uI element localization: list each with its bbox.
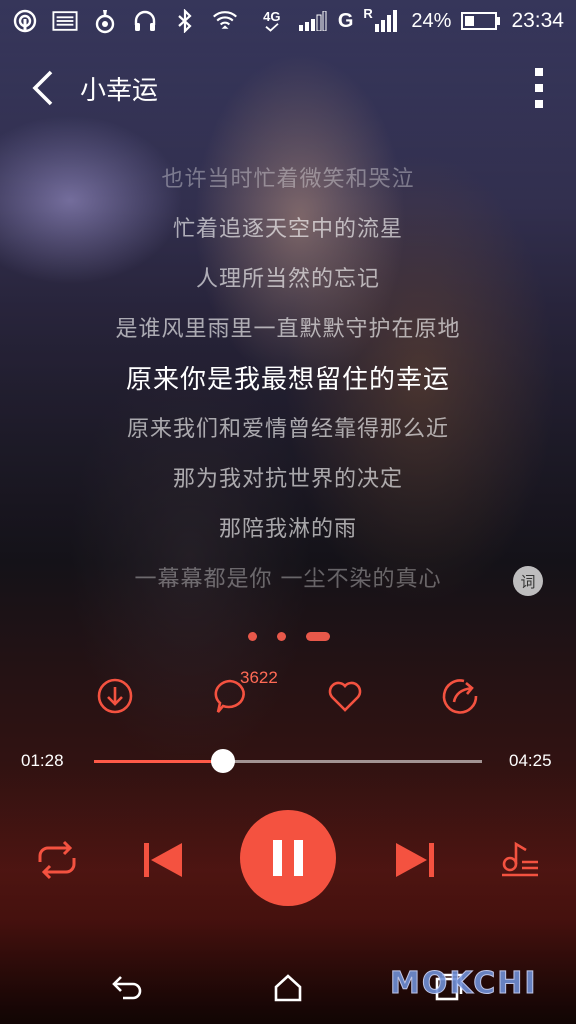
more-dot-icon <box>535 68 543 76</box>
hotspot-icon <box>12 9 38 33</box>
seek-bar[interactable] <box>94 749 482 773</box>
lyric-line: 一幕幕都是你 一尘不染的真心 <box>134 567 442 592</box>
share-button[interactable] <box>438 674 482 718</box>
music-note-list-icon <box>502 841 538 877</box>
action-row <box>0 670 576 722</box>
lyric-line: 是谁风里雨里一直默默守护在原地 <box>115 317 461 342</box>
next-button[interactable] <box>392 836 440 884</box>
page-dot[interactable] <box>248 632 257 641</box>
back-arrow-icon <box>112 976 142 1000</box>
pause-icon <box>294 840 303 876</box>
repeat-button[interactable] <box>33 836 81 884</box>
playlist-button[interactable] <box>496 836 544 884</box>
status-bar: 4G G R 24% 23:34 <box>0 0 576 42</box>
signal-strength-icon-1 <box>296 10 328 32</box>
lyric-line: 那为我对抗世界的决定 <box>172 467 403 492</box>
pause-icon <box>273 840 282 876</box>
lyric-line-current: 原来你是我最想留住的幸运 <box>125 365 450 395</box>
roaming-label: R <box>363 6 373 21</box>
carrier-g-label: G <box>337 9 354 32</box>
lyrics-panel[interactable]: 也许当时忙着微笑和哭泣 忙着追逐天空中的流星 人理所当然的忘记 是谁风里雨里一直… <box>0 155 576 605</box>
share-icon <box>442 679 478 714</box>
wifi-icon <box>212 10 238 32</box>
playback-controls <box>0 808 576 908</box>
heart-icon <box>328 681 362 712</box>
skip-previous-icon <box>144 843 182 877</box>
lyrics-toggle-button[interactable]: 词 <box>513 566 543 596</box>
seek-thumb[interactable] <box>210 749 235 773</box>
back-button[interactable] <box>12 58 72 118</box>
pause-button[interactable] <box>240 810 336 906</box>
battery-icon <box>461 10 501 32</box>
signal-strength-icon-2: R <box>363 6 401 32</box>
song-title: 小幸运 <box>80 75 159 106</box>
repeat-icon <box>38 840 76 880</box>
download-icon <box>97 678 133 714</box>
lyric-line: 也许当时忙着微笑和哭泣 <box>161 167 415 192</box>
more-dot-icon <box>535 84 543 92</box>
player-header: 小幸运 <box>0 56 576 120</box>
headphones-icon <box>132 10 158 32</box>
home-icon <box>274 974 302 1002</box>
lyric-line: 忙着追逐天空中的流星 <box>172 217 403 242</box>
download-button[interactable] <box>93 674 137 718</box>
chevron-left-icon <box>32 70 53 106</box>
total-time: 04:25 <box>509 751 552 770</box>
like-button[interactable] <box>323 674 367 718</box>
previous-button[interactable] <box>138 836 186 884</box>
nav-back-button[interactable] <box>108 968 148 1008</box>
lyric-line: 原来我们和爱情曾经靠得那么近 <box>126 417 449 442</box>
bluetooth-icon <box>172 9 198 33</box>
page-dot[interactable] <box>277 632 286 641</box>
comment-count: 3622 <box>240 668 278 687</box>
seek-bar-progress <box>94 760 223 763</box>
page-dot-active[interactable] <box>306 632 330 641</box>
network-4g-icon: 4G <box>258 10 286 32</box>
watermark: MOKCHI <box>390 966 538 1002</box>
battery-percent: 24% <box>411 9 452 32</box>
app-notification-icon <box>92 10 118 34</box>
lyric-line: 人理所当然的忘记 <box>195 267 380 292</box>
nav-home-button[interactable] <box>268 968 308 1008</box>
clock: 23:34 <box>511 9 564 32</box>
more-dot-icon <box>535 100 543 108</box>
skip-next-icon <box>396 843 434 877</box>
more-options-button[interactable] <box>524 66 554 110</box>
page-indicator <box>248 632 330 641</box>
network-type: 4G <box>263 9 281 24</box>
elapsed-time: 01:28 <box>21 751 64 770</box>
lyric-line: 那陪我淋的雨 <box>218 517 357 542</box>
image-icon <box>52 10 78 32</box>
